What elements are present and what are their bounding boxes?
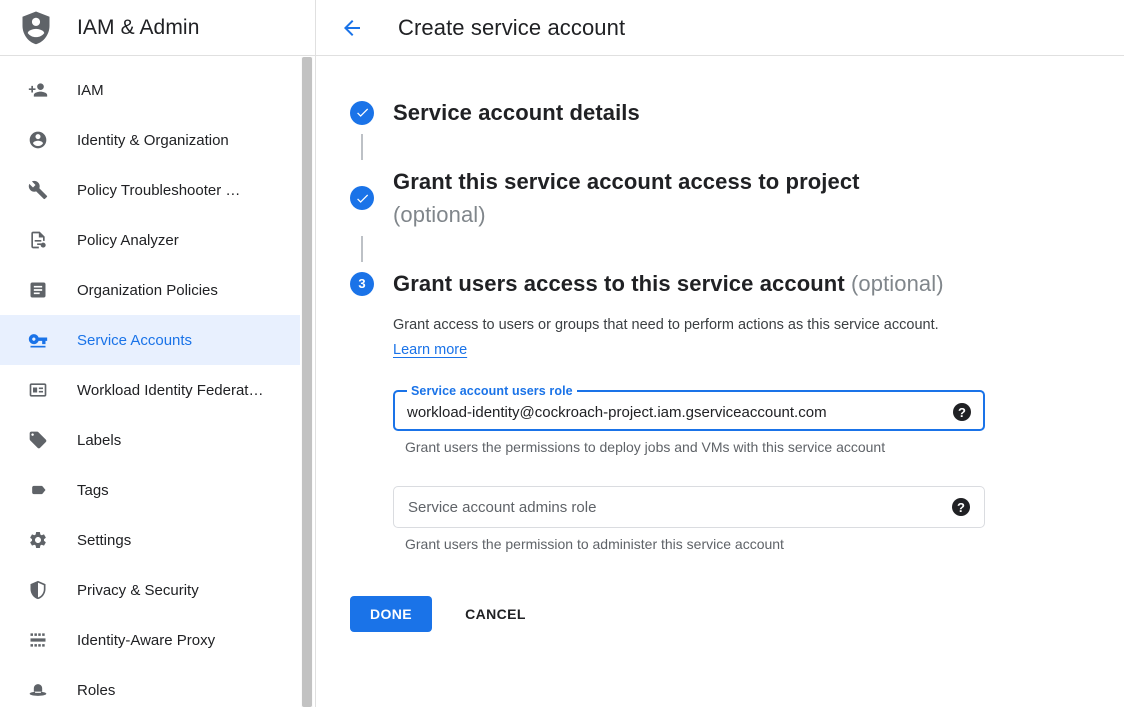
learn-more-link[interactable]: Learn more	[393, 342, 467, 358]
sidebar-nav: IAM Identity & Organization Policy Troub…	[0, 56, 315, 707]
sidebar-item-label: IAM	[77, 82, 104, 99]
sidebar-item-workload-identity-federation[interactable]: Workload Identity Federat…	[0, 365, 300, 415]
sidebar-item-iam[interactable]: IAM	[0, 65, 300, 115]
policy-analyzer-icon	[28, 230, 48, 250]
step-1-title: Service account details	[393, 96, 640, 129]
step-connector	[361, 236, 363, 262]
admins-role-input[interactable]	[408, 499, 952, 516]
sidebar-item-label: Roles	[77, 682, 115, 699]
step-2-complete-badge	[350, 186, 374, 210]
sidebar-item-label: Labels	[77, 432, 121, 449]
label-tag-icon	[28, 430, 48, 450]
sidebar-item-label: Service Accounts	[77, 332, 192, 349]
sidebar-item-label: Workload Identity Federat…	[77, 382, 263, 399]
step-1-complete-badge	[350, 101, 374, 125]
tag-arrow-icon	[28, 480, 48, 500]
service-account-admins-role-field: ?	[393, 486, 985, 528]
sidebar-item-policy-analyzer[interactable]: Policy Analyzer	[0, 215, 300, 265]
sidebar-header: IAM & Admin	[0, 0, 315, 56]
sidebar-item-label: Policy Analyzer	[77, 232, 179, 249]
step-3-title: Grant users access to this service accou…	[393, 267, 944, 300]
sidebar-item-labels[interactable]: Labels	[0, 415, 300, 465]
cancel-button[interactable]: CANCEL	[465, 606, 526, 622]
sidebar-item-roles[interactable]: Roles	[0, 665, 300, 707]
sidebar-item-label: Privacy & Security	[77, 582, 199, 599]
sidebar-title: IAM & Admin	[77, 16, 199, 40]
sidebar-item-identity-organization[interactable]: Identity & Organization	[0, 115, 300, 165]
sidebar-item-organization-policies[interactable]: Organization Policies	[0, 265, 300, 315]
checkmark-icon	[355, 191, 370, 206]
gear-icon	[28, 530, 48, 550]
step-3-body: Grant access to users or groups that nee…	[393, 313, 1124, 552]
shield-icon	[28, 580, 48, 600]
step-3-grant-users-access: 3 Grant users access to this service acc…	[350, 267, 1124, 300]
service-account-key-icon	[28, 330, 48, 350]
sidebar-item-label: Policy Troubleshooter …	[77, 182, 240, 199]
checkmark-icon	[355, 105, 370, 120]
proxy-grid-icon	[28, 630, 48, 650]
hat-icon	[28, 680, 48, 700]
step-3-number: 3	[358, 276, 365, 291]
service-account-users-role-field: Service account users role ?	[393, 384, 985, 431]
admins-role-helper-text: Grant users the permission to administer…	[405, 536, 1124, 552]
users-role-field-label: Service account users role	[407, 384, 577, 398]
done-button[interactable]: DONE	[350, 596, 432, 632]
page-title: Create service account	[398, 15, 625, 41]
sidebar-item-label: Identity-Aware Proxy	[77, 632, 215, 649]
wrench-icon	[28, 180, 48, 200]
article-icon	[28, 280, 48, 300]
step-3-description: Grant access to users or groups that nee…	[393, 313, 953, 363]
step-3-optional-label: (optional)	[851, 271, 944, 296]
help-icon[interactable]: ?	[953, 403, 971, 421]
badge-card-icon	[28, 380, 48, 400]
sidebar-item-label: Organization Policies	[77, 282, 218, 299]
sidebar-item-privacy-security[interactable]: Privacy & Security	[0, 565, 300, 615]
app-window: IAM & Admin IAM Identity & Organization …	[0, 0, 1124, 707]
page-header: Create service account	[316, 0, 1124, 56]
sidebar-item-policy-troubleshooter[interactable]: Policy Troubleshooter …	[0, 165, 300, 215]
step-1-service-account-details: Service account details	[350, 96, 1124, 129]
step-connector	[361, 134, 363, 160]
step-2-grant-access-to-project: Grant this service account access to pro…	[350, 165, 1124, 231]
step-3-number-badge: 3	[350, 272, 374, 296]
sidebar-item-label: Tags	[77, 482, 109, 499]
account-circle-icon	[28, 130, 48, 150]
create-service-account-form: Service account details Grant this servi…	[316, 56, 1124, 632]
step-2-title: Grant this service account access to pro…	[393, 165, 860, 231]
arrow-back-icon[interactable]	[340, 16, 364, 40]
form-actions: DONE CANCEL	[350, 596, 1124, 632]
step-2-optional-label: (optional)	[393, 198, 860, 231]
sidebar-item-identity-aware-proxy[interactable]: Identity-Aware Proxy	[0, 615, 300, 665]
iam-shield-icon	[18, 9, 54, 47]
users-role-input[interactable]	[407, 404, 953, 421]
sidebar-item-settings[interactable]: Settings	[0, 515, 300, 565]
sidebar-item-label: Identity & Organization	[77, 132, 229, 149]
users-role-helper-text: Grant users the permissions to deploy jo…	[405, 439, 1124, 455]
help-icon[interactable]: ?	[952, 498, 970, 516]
sidebar-scrollbar-track	[301, 57, 313, 707]
sidebar-item-service-accounts[interactable]: Service Accounts	[0, 315, 300, 365]
person-add-icon	[28, 80, 48, 100]
sidebar-item-label: Settings	[77, 532, 131, 549]
main-panel: Create service account Service account d…	[316, 0, 1124, 707]
sidebar-item-tags[interactable]: Tags	[0, 465, 300, 515]
sidebar: IAM & Admin IAM Identity & Organization …	[0, 0, 316, 707]
sidebar-scrollbar-thumb[interactable]	[302, 57, 312, 707]
